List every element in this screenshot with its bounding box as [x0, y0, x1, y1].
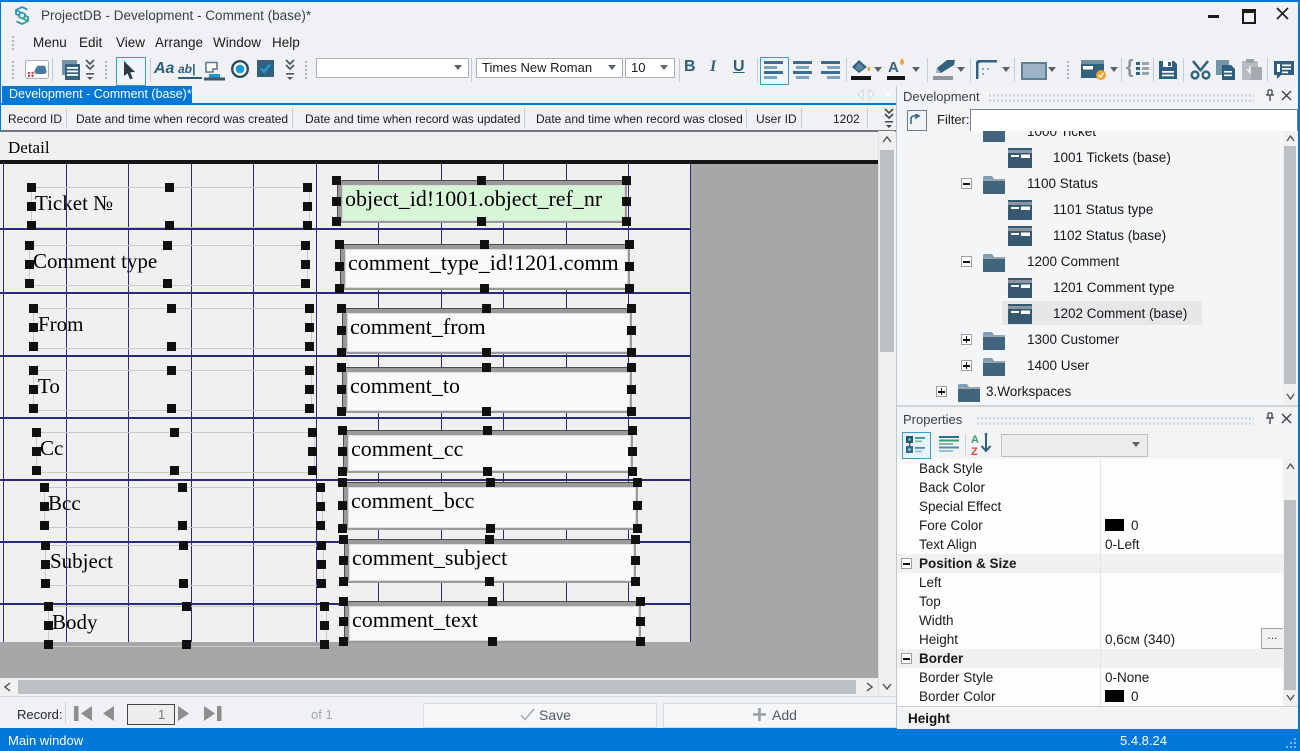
svg-text:A: A — [971, 434, 979, 446]
svg-text:Z: Z — [971, 446, 978, 456]
